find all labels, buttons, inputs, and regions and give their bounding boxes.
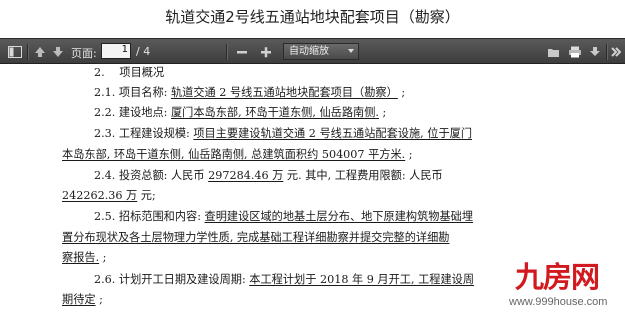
page-label: 页面: [71,47,97,60]
line-text: ; [397,86,406,99]
prev-page-icon[interactable] [32,39,48,65]
underlined-text: 轨道交通 2 号线五通站地块配套项目（勘察） [170,86,398,99]
sidebar-toggle-icon[interactable] [6,39,24,65]
watermark-site: www.999house.com [509,296,608,308]
underlined-text: 本岛东部, 环岛干道东侧, 仙岳路南侧, 总建筑面积约 504007 平方米. [62,148,406,161]
line-text: 2.4. 投资总额: 人民币 [94,169,209,182]
open-file-icon[interactable] [545,39,563,65]
line-text: ; [378,106,387,119]
line-text: 2. 项目概况 [94,66,165,79]
page-number-input[interactable]: 1 [101,43,131,59]
line-text: 2.1. 项目名称: [94,86,171,99]
document-line: 2.4. 投资总额: 人民币 297284.46 万 元. 其中, 工程费用限额… [94,167,614,185]
document-line: 期待定 ; [62,291,582,309]
zoom-in-icon[interactable] [257,39,275,65]
line-text: 2.2. 建设地点: [94,106,171,119]
next-page-icon[interactable] [50,39,66,65]
underlined-text: 项目主要建设轨道交通 2 号线五通站配套设施, 位于厦门 [193,127,473,140]
line-text: 元; [137,189,156,202]
line-text: 2.5. 招标范围和内容: [94,210,205,223]
chevron-down-icon [348,49,354,53]
line-text: ; [99,251,107,264]
download-icon[interactable] [586,39,604,65]
underlined-text: 本工程计划于 2018 年 9 月开工, 工程建设周 [249,273,475,286]
document-line: 2. 项目概况 [94,64,614,82]
document-line: 察报告. ; [62,249,582,267]
document-line: 2.2. 建设地点: 厦门本岛东部, 环岛干道东侧, 仙岳路南侧. ; [94,104,614,122]
document-line: 置分布现状及各土层物理力学性质, 完成基础工程详细勘察并提交完整的详细勘 [62,229,582,247]
zoom-select[interactable]: 自动缩放 [283,43,359,60]
underlined-text: 置分布现状及各土层物理力学性质, 完成基础工程详细勘察并提交完整的详细勘 [62,231,450,244]
underlined-text: 察报告. [62,251,100,264]
line-text: 2.3. 工程建设规模: [94,127,194,140]
underlined-text: 242262.36 万 [62,189,138,202]
line-text: ; [95,293,103,306]
document-line: 242262.36 万 元; [62,187,582,205]
underlined-text: 厦门本岛东部, 环岛干道东侧, 仙岳路南侧. [170,106,379,119]
window-title: 轨道交通2号线五通站地块配套项目（勘察） [0,0,625,36]
page-total: / 4 [136,45,151,58]
underlined-text: 297284.46 万 [208,169,284,182]
watermark-logo: 九房网 www.999house.com [505,254,625,315]
zoom-select-value: 自动缩放 [289,46,329,57]
zoom-out-icon[interactable] [233,39,251,65]
watermark-brand: 九房网 [515,260,600,294]
line-text: 元. 其中, 工程费用限额: 人民币 [283,169,443,182]
document-line: 2.3. 工程建设规模: 项目主要建设轨道交通 2 号线五通站配套设施, 位于厦… [94,125,614,143]
underlined-text: 查明建设区域的地基土层分布、地下原建构筑物基础埋 [204,210,474,223]
line-text: 2.6. 计划开工日期及建设周期: [94,273,250,286]
document-line: 2.5. 招标范围和内容: 查明建设区域的地基土层分布、地下原建构筑物基础埋 [94,208,614,226]
document-line: 2.1. 项目名称: 轨道交通 2 号线五通站地块配套项目（勘察） ; [94,84,614,102]
pdf-toolbar: 页面: 1 / 4 自动缩放 [0,38,625,64]
underlined-text: 期待定 [62,293,96,306]
document-line: 本岛东部, 环岛干道东侧, 仙岳路南侧, 总建筑面积约 504007 平方米. … [62,146,582,164]
print-icon[interactable] [566,39,584,65]
more-tools-icon[interactable] [609,39,623,65]
line-text: ; [405,148,413,161]
